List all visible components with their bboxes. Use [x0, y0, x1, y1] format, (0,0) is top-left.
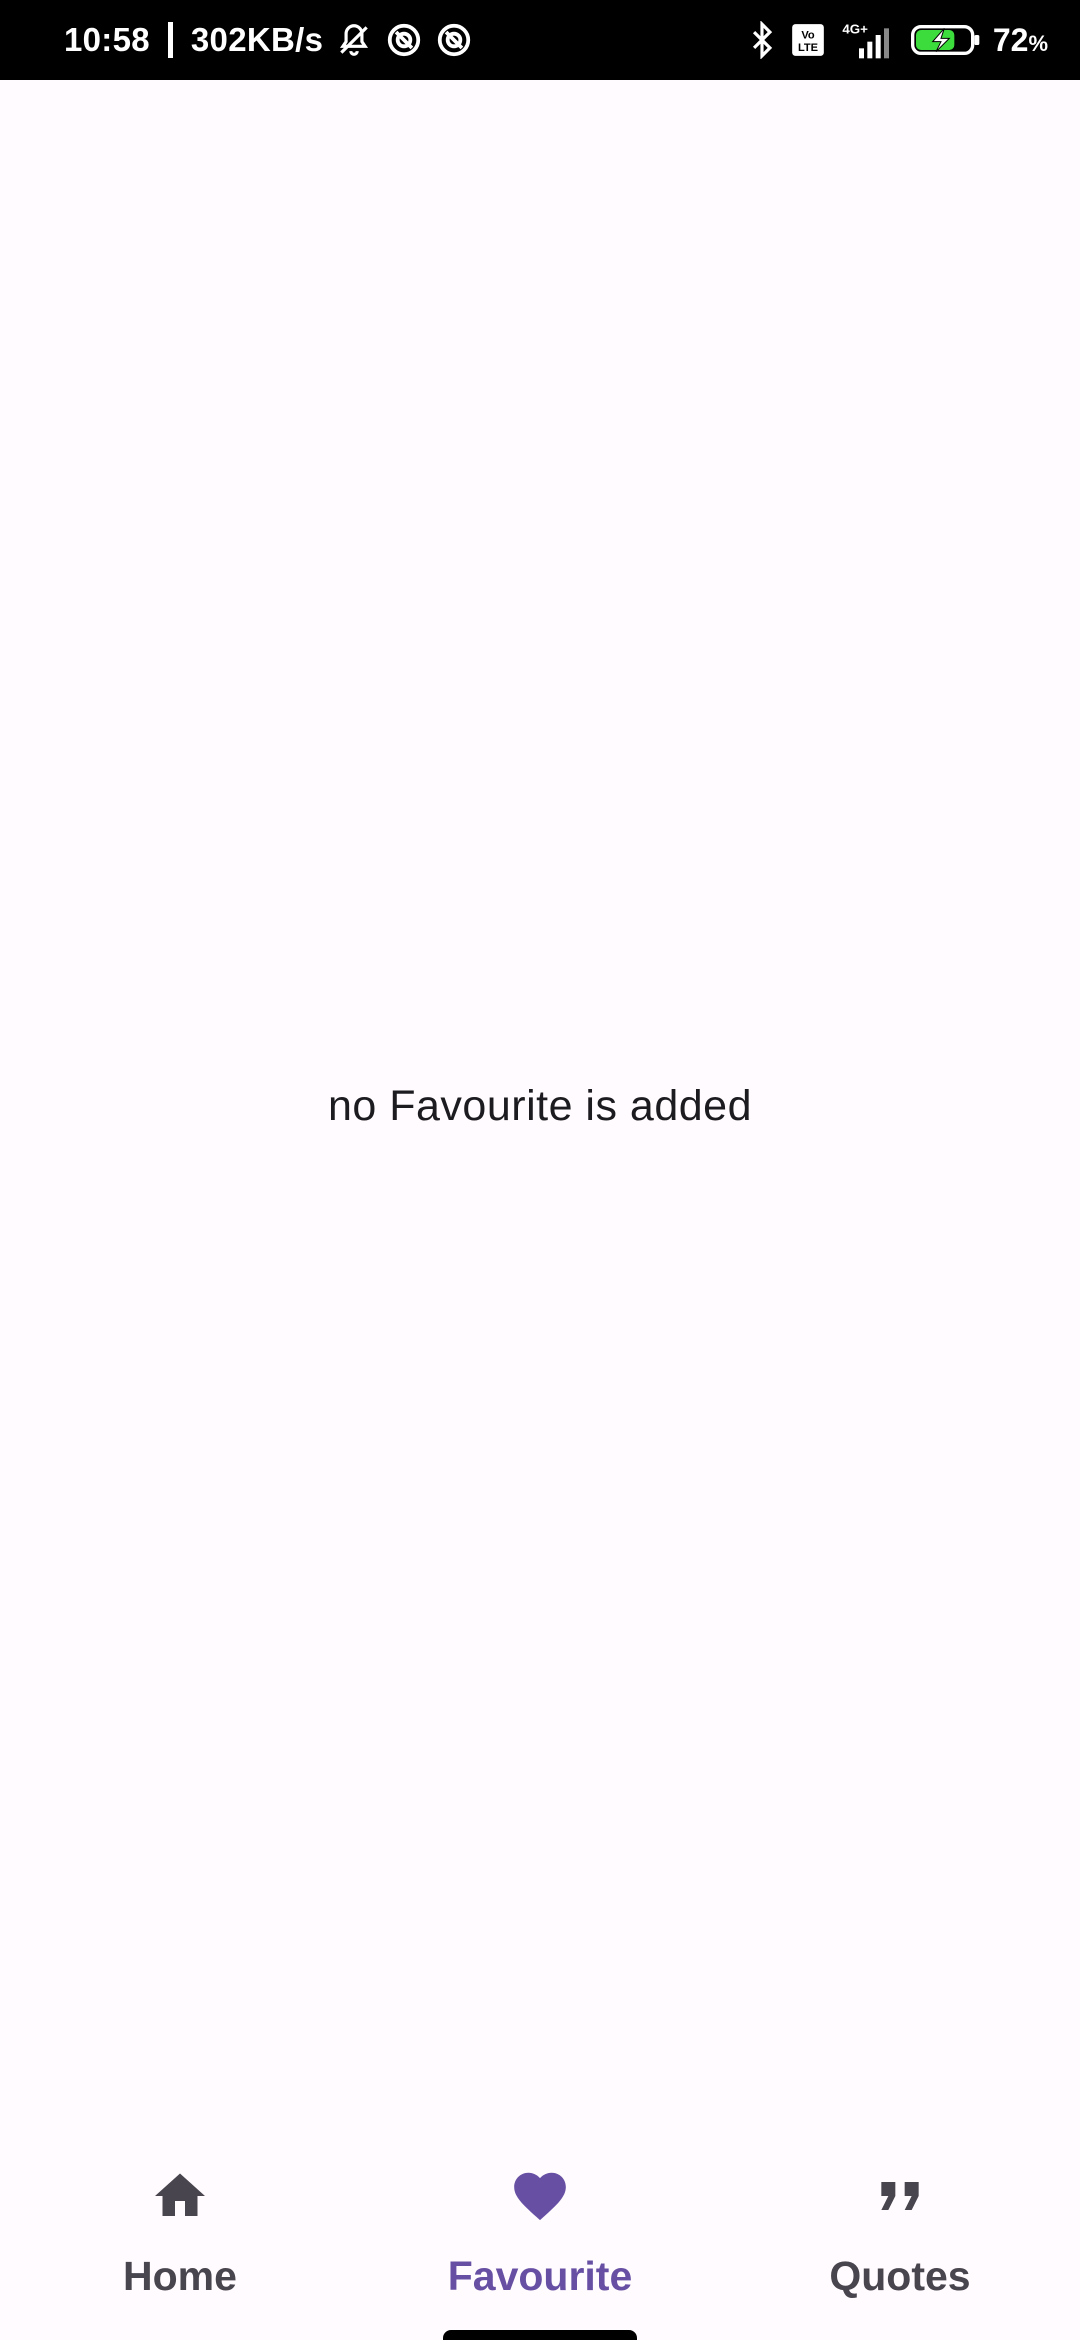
nav-item-favourite[interactable]: Favourite — [360, 2145, 720, 2340]
volte-icon: Vo LTE — [789, 21, 827, 59]
sync-icon — [385, 21, 423, 59]
nav-item-home[interactable]: Home — [0, 2145, 360, 2340]
sync-icon-2 — [435, 21, 473, 59]
status-left: 10:58 302KB/s — [64, 21, 473, 59]
favourites-content: no Favourite is added — [0, 80, 1080, 2145]
nav-label-home: Home — [123, 2253, 237, 2299]
svg-text:LTE: LTE — [798, 42, 818, 54]
svg-text:4G+: 4G+ — [842, 21, 868, 36]
nav-item-quotes[interactable]: Quotes — [720, 2145, 1080, 2340]
bluetooth-icon — [747, 21, 777, 59]
status-bar: 10:58 302KB/s Vo LTE 4G+ 72% — [0, 0, 1080, 80]
signal-icon: 4G+ — [839, 20, 899, 60]
empty-state-message: no Favourite is added — [327, 1082, 753, 1130]
heart-icon — [507, 2163, 573, 2229]
battery-charging-icon — [910, 23, 981, 57]
nav-label-favourite: Favourite — [447, 2253, 633, 2299]
bottom-navigation: Home Favourite Quotes — [0, 2145, 1080, 2340]
app-screen: 10:58 302KB/s Vo LTE 4G+ 72% no Favourit… — [0, 0, 1080, 2340]
network-speed: 302KB/s — [190, 21, 324, 58]
mute-bell-icon — [335, 21, 373, 59]
quote-icon — [867, 2163, 933, 2229]
nav-label-quotes: Quotes — [829, 2253, 971, 2299]
home-icon — [147, 2163, 213, 2229]
status-divider — [167, 22, 173, 58]
home-gesture-bar[interactable] — [443, 2330, 637, 2340]
svg-text:Vo: Vo — [801, 29, 815, 41]
clock: 10:58 — [64, 21, 150, 58]
battery-percent: 72% — [992, 21, 1048, 58]
status-right: Vo LTE 4G+ 72% — [747, 20, 1048, 60]
